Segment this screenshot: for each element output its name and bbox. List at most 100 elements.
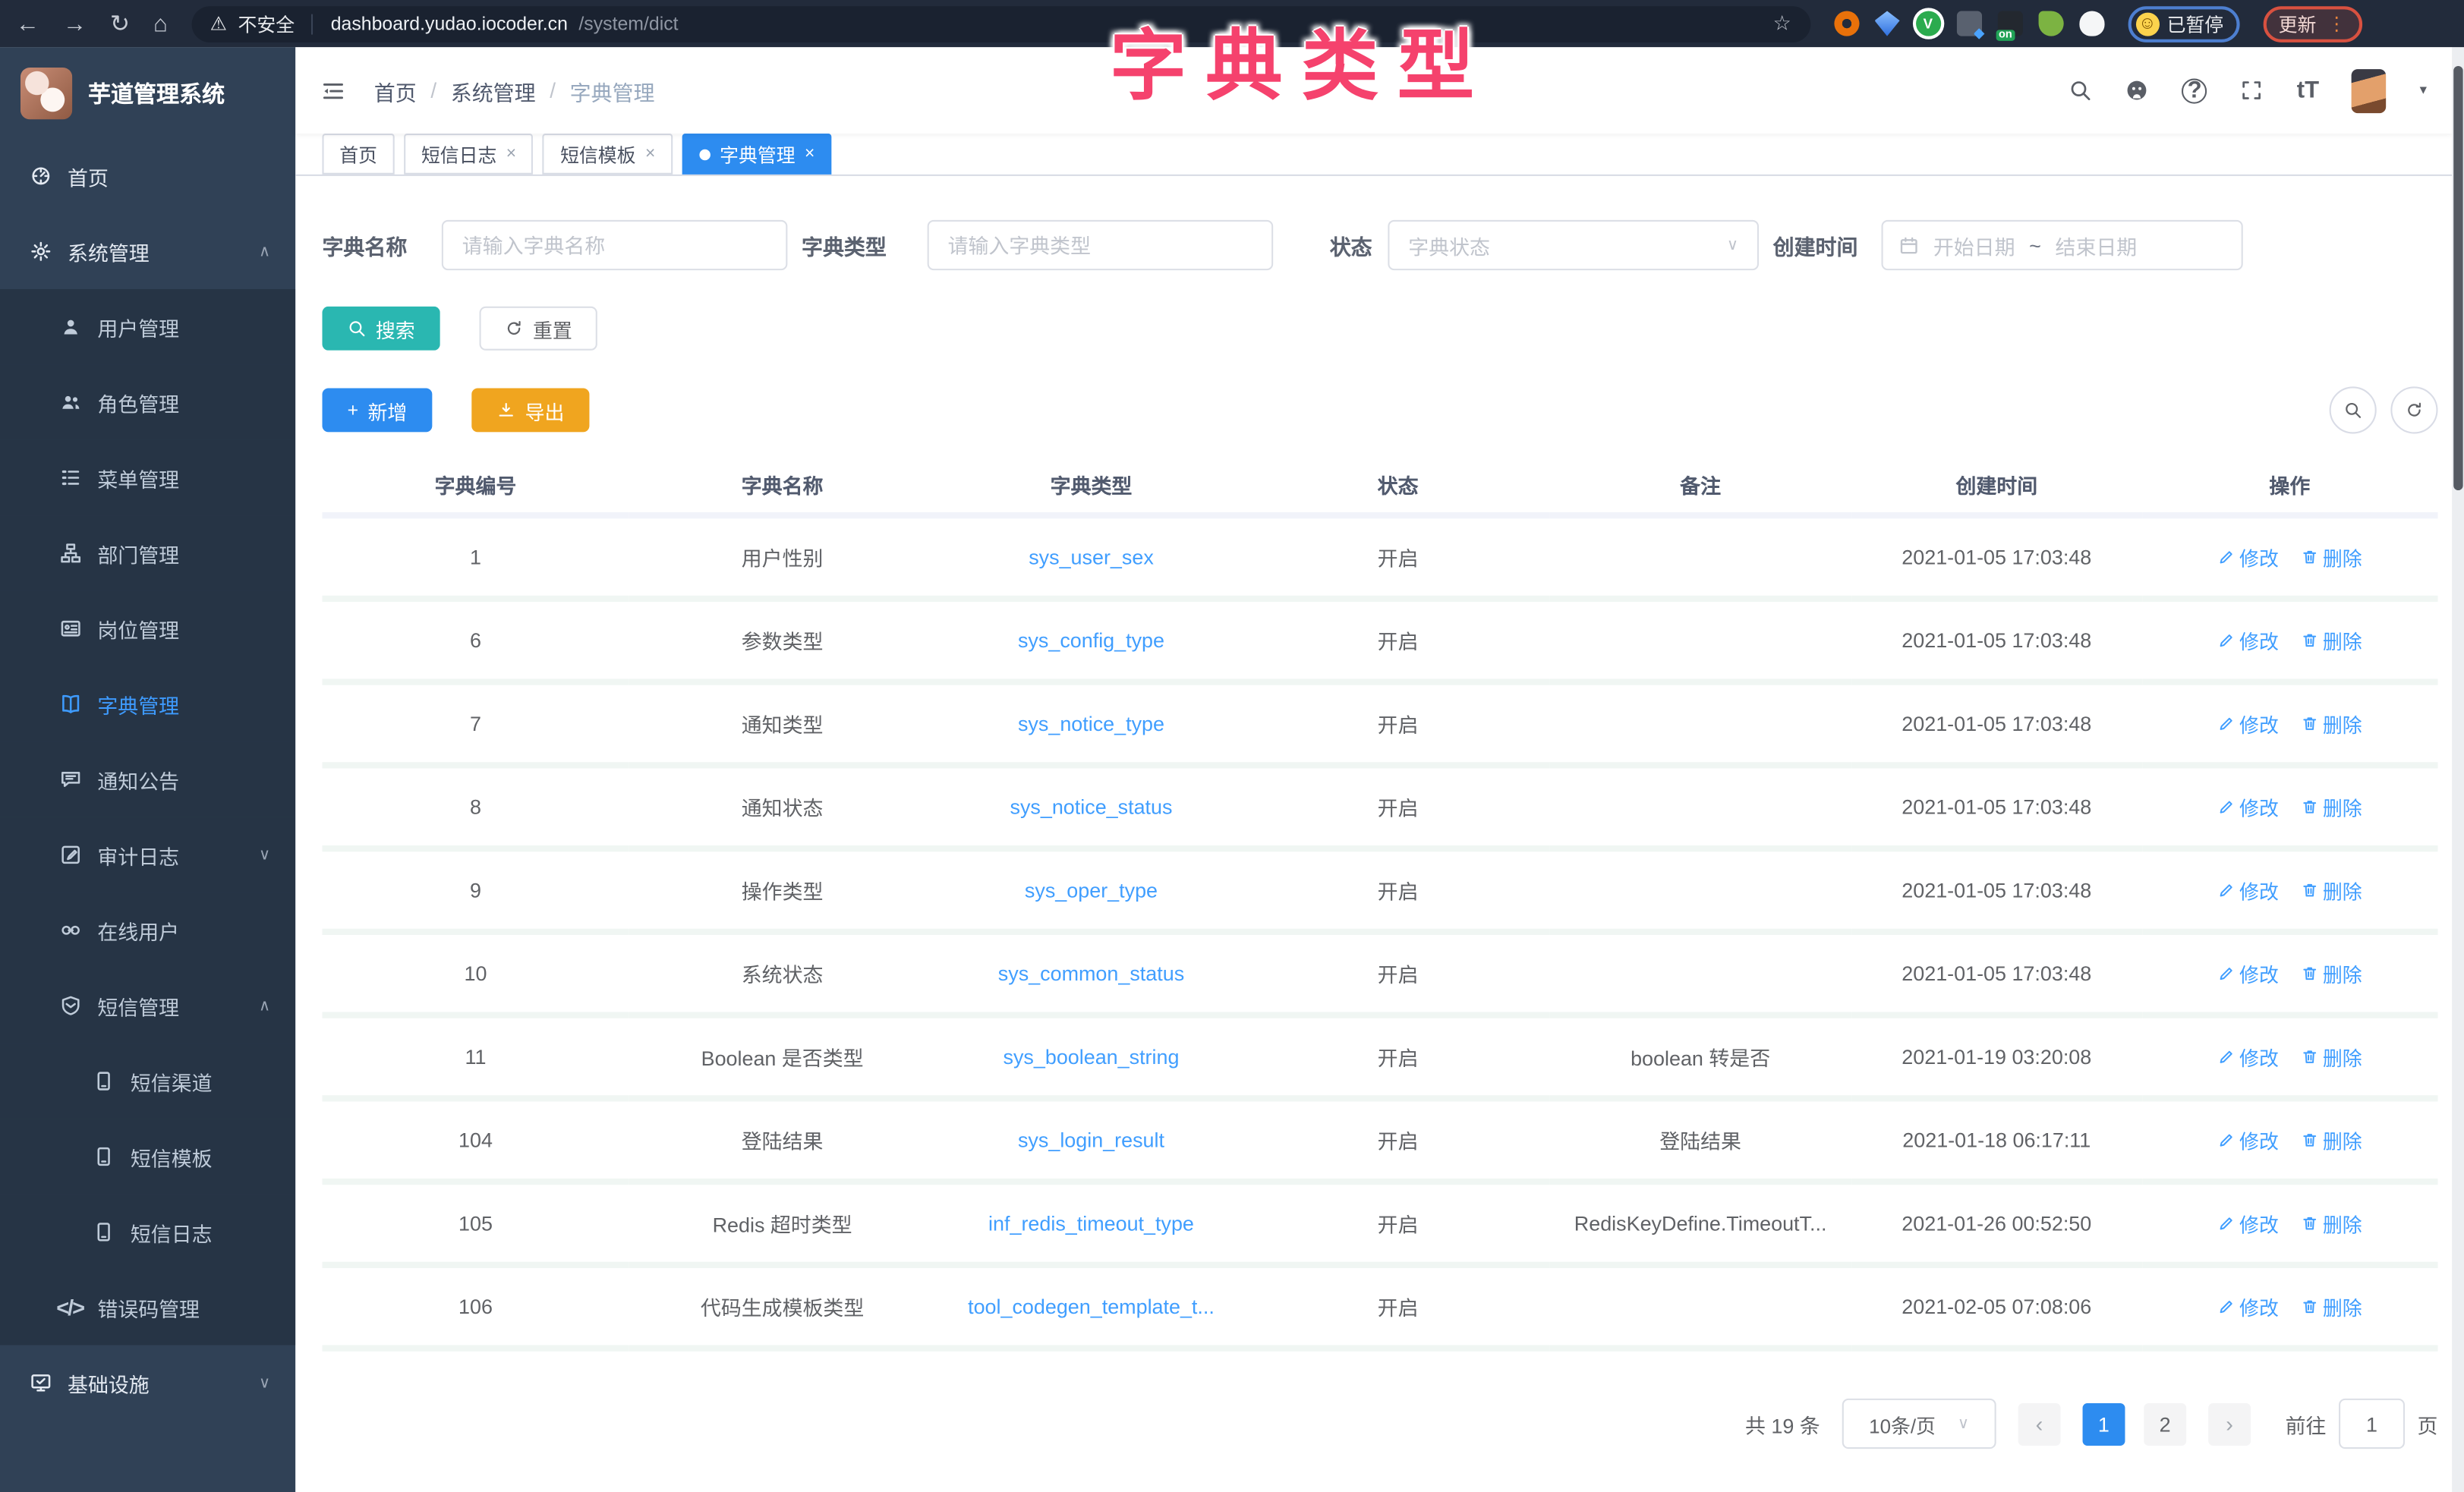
tab-首页[interactable]: 首页: [322, 134, 394, 175]
delete-link[interactable]: 删除: [2301, 625, 2362, 655]
close-icon[interactable]: ×: [506, 144, 516, 163]
dict-type-link[interactable]: sys_boolean_string: [1003, 1045, 1179, 1069]
page-button-2[interactable]: 2: [2144, 1402, 2186, 1445]
refresh-table-button[interactable]: [2390, 386, 2437, 433]
extension-on-icon[interactable]: on: [1997, 11, 2022, 36]
fullscreen-icon[interactable]: [2240, 79, 2264, 102]
breadcrumb-system[interactable]: 系统管理: [451, 74, 536, 105]
extension-leaf-icon[interactable]: [2038, 11, 2063, 36]
sidebar-item-dashboard[interactable]: 首页: [0, 138, 295, 213]
edit-link[interactable]: 修改: [2217, 792, 2279, 822]
user-avatar[interactable]: [2352, 68, 2387, 112]
back-icon[interactable]: ←: [16, 10, 39, 36]
export-button[interactable]: 导出: [471, 388, 589, 432]
extension-green-icon[interactable]: V: [1915, 11, 1940, 36]
goto-page-input[interactable]: [2339, 1399, 2405, 1449]
page-button-1[interactable]: 1: [2082, 1402, 2125, 1445]
home-icon[interactable]: ⌂: [153, 10, 168, 36]
sidebar-item-user[interactable]: 用户管理: [0, 289, 295, 364]
reset-button[interactable]: 重置: [480, 307, 597, 351]
edit-link[interactable]: 修改: [2217, 875, 2279, 905]
edit-link[interactable]: 修改: [2217, 1125, 2279, 1155]
extension-paused-chip[interactable]: ☺ 已暂停: [2128, 5, 2239, 42]
edit-link[interactable]: 修改: [2217, 1292, 2279, 1321]
reload-icon[interactable]: ↻: [110, 9, 130, 37]
sidebar-item-menu[interactable]: 菜单管理: [0, 440, 295, 515]
address-bar[interactable]: ⚠ 不安全 dashboard.yudao.iocoder.cn /system…: [191, 5, 1810, 42]
kebab-menu-icon[interactable]: ⋮: [2327, 13, 2346, 35]
edit-link[interactable]: 修改: [2217, 1042, 2279, 1072]
search-button[interactable]: 搜索: [322, 307, 440, 351]
sidebar-item-code[interactable]: </>错误码管理: [0, 1270, 295, 1345]
font-size-icon[interactable]: tT: [2297, 79, 2319, 102]
next-page-button[interactable]: ›: [2208, 1402, 2251, 1445]
browser-update-button[interactable]: 更新 ⋮: [2263, 5, 2362, 42]
dict-type-input[interactable]: [928, 220, 1274, 270]
edit-link[interactable]: 修改: [2217, 542, 2279, 571]
dict-type-link[interactable]: sys_notice_status: [1010, 795, 1172, 819]
add-button[interactable]: + 新增: [322, 388, 432, 432]
edit-link[interactable]: 修改: [2217, 958, 2279, 988]
page-scrollbar[interactable]: [2452, 47, 2464, 1492]
breadcrumb-home[interactable]: 首页: [374, 74, 417, 105]
edit-link[interactable]: 修改: [2217, 709, 2279, 738]
delete-link[interactable]: 删除: [2301, 709, 2362, 738]
extension-dog-icon[interactable]: [2079, 11, 2104, 36]
forward-icon[interactable]: →: [63, 10, 87, 36]
delete-link[interactable]: 删除: [2301, 1208, 2362, 1238]
extension-gem-icon[interactable]: [1874, 11, 1899, 36]
sidebar-item-doc[interactable]: 短信模板: [0, 1119, 295, 1194]
edit-link[interactable]: 修改: [2217, 1208, 2279, 1238]
dict-type-link[interactable]: inf_redis_timeout_type: [988, 1211, 1194, 1235]
sidebar-item-log[interactable]: 审计日志∨: [0, 817, 295, 892]
sidebar-item-dict[interactable]: 字典管理: [0, 666, 295, 741]
scrollbar-thumb[interactable]: [2453, 66, 2462, 490]
tab-字典管理[interactable]: 字典管理×: [682, 134, 832, 175]
pencil-icon: [2217, 715, 2235, 732]
sidebar-item-sms[interactable]: 短信管理∧: [0, 968, 295, 1043]
delete-link[interactable]: 删除: [2301, 958, 2362, 988]
dict-type-link[interactable]: sys_config_type: [1018, 628, 1164, 652]
dict-type-link[interactable]: sys_login_result: [1018, 1128, 1164, 1152]
dict-type-link[interactable]: sys_common_status: [998, 962, 1184, 985]
date-range-picker[interactable]: 开始日期 ~ 结束日期: [1882, 220, 2243, 270]
chevron-down-icon[interactable]: ▾: [2420, 82, 2427, 99]
delete-link[interactable]: 删除: [2301, 1042, 2362, 1072]
hamburger-icon[interactable]: [320, 77, 345, 102]
sidebar-item-online[interactable]: 在线用户: [0, 892, 295, 968]
cell-status: 开启: [1246, 765, 1549, 848]
delete-link[interactable]: 删除: [2301, 542, 2362, 571]
sidebar-item-gear[interactable]: 系统管理∧: [0, 214, 295, 289]
dict-type-link[interactable]: sys_oper_type: [1025, 878, 1158, 902]
close-icon[interactable]: ×: [805, 144, 815, 163]
page-size-select[interactable]: 10条/页 ∨: [1842, 1399, 1996, 1449]
sidebar-item-users[interactable]: 角色管理: [0, 364, 295, 439]
close-icon[interactable]: ×: [645, 144, 655, 163]
sidebar-item-notice[interactable]: 通知公告: [0, 741, 295, 817]
sidebar-item-badge[interactable]: 岗位管理: [0, 591, 295, 666]
prev-page-button[interactable]: ‹: [2018, 1402, 2061, 1445]
help-icon[interactable]: ?: [2182, 77, 2207, 102]
delete-link[interactable]: 删除: [2301, 792, 2362, 822]
status-select[interactable]: 字典状态 ∨: [1388, 220, 1759, 270]
sidebar-item-doc[interactable]: 短信渠道: [0, 1043, 295, 1119]
delete-link[interactable]: 删除: [2301, 1292, 2362, 1321]
sidebar-item-tree[interactable]: 部门管理: [0, 515, 295, 590]
dict-name-input[interactable]: [442, 220, 788, 270]
bookmark-star-icon[interactable]: ☆: [1773, 11, 1791, 36]
extension-orange-icon[interactable]: [1834, 11, 1859, 36]
edit-link[interactable]: 修改: [2217, 625, 2279, 655]
github-icon[interactable]: [2125, 79, 2149, 102]
tab-短信日志[interactable]: 短信日志×: [404, 134, 534, 175]
show-search-toggle-button[interactable]: [2330, 386, 2377, 433]
dict-type-link[interactable]: tool_codegen_template_t...: [968, 1295, 1215, 1318]
dict-type-link[interactable]: sys_notice_type: [1018, 712, 1164, 735]
tab-短信模板[interactable]: 短信模板×: [543, 134, 673, 175]
delete-link[interactable]: 删除: [2301, 1125, 2362, 1155]
dict-type-link[interactable]: sys_user_sex: [1029, 545, 1154, 568]
delete-link[interactable]: 删除: [2301, 875, 2362, 905]
search-icon[interactable]: [2069, 79, 2093, 102]
sidebar-item-doc[interactable]: 短信日志: [0, 1195, 295, 1270]
extension-grid-icon[interactable]: [1956, 11, 1981, 36]
sidebar-item-infra[interactable]: 基础设施∨: [0, 1345, 295, 1420]
